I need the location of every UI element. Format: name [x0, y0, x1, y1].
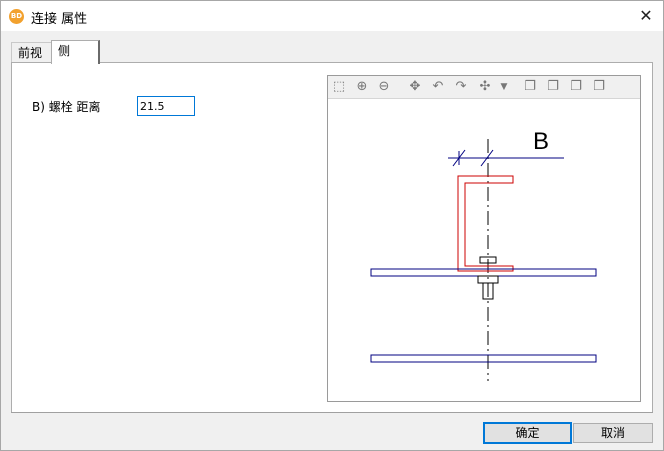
- pan-icon[interactable]: ✥: [406, 78, 424, 96]
- tab-front-view[interactable]: 前视: [11, 42, 55, 63]
- rotate-left-icon[interactable]: ↶: [429, 78, 447, 96]
- ok-button[interactable]: 确定: [483, 422, 572, 444]
- view-front-icon[interactable]: ❐: [521, 78, 539, 96]
- cancel-button[interactable]: 取消: [573, 423, 653, 443]
- preview-panel: ⬚ ⊕ ⊖ ✥ ↶ ↷ ✣ ▼ ❐ ❐ ❐ ❐ B: [327, 75, 641, 402]
- tab-side[interactable]: 侧: [51, 40, 100, 64]
- zoom-in-icon[interactable]: ⊕: [353, 78, 371, 96]
- preview-toolbar: ⬚ ⊕ ⊖ ✥ ↶ ↷ ✣ ▼ ❐ ❐ ❐ ❐: [328, 76, 640, 99]
- close-icon[interactable]: ✕: [631, 3, 661, 29]
- view-top-icon[interactable]: ❐: [567, 78, 585, 96]
- dimension-label: B: [533, 128, 549, 155]
- lower-plate: [370, 354, 597, 363]
- app-icon: BD: [9, 9, 24, 24]
- connection-drawing: B: [370, 128, 597, 381]
- fit-view-icon[interactable]: ⬚: [330, 78, 348, 96]
- view-iso-icon[interactable]: ❐: [590, 78, 608, 96]
- upper-plate: [370, 268, 597, 277]
- window-title: 连接 属性: [31, 12, 88, 27]
- bolt-distance-label: B) 螺栓 距离: [32, 100, 101, 114]
- bolt-distance-input[interactable]: [137, 96, 195, 116]
- rotate-right-icon[interactable]: ↷: [452, 78, 470, 96]
- zoom-out-icon[interactable]: ⊖: [375, 78, 393, 96]
- point-icon[interactable]: ✣: [476, 78, 494, 96]
- panel-shadow: [11, 412, 653, 413]
- dropdown-arrow-icon[interactable]: ▼: [495, 78, 513, 96]
- title-bar: BD 连接 属性 ✕: [1, 1, 663, 31]
- view-side-icon[interactable]: ❐: [544, 78, 562, 96]
